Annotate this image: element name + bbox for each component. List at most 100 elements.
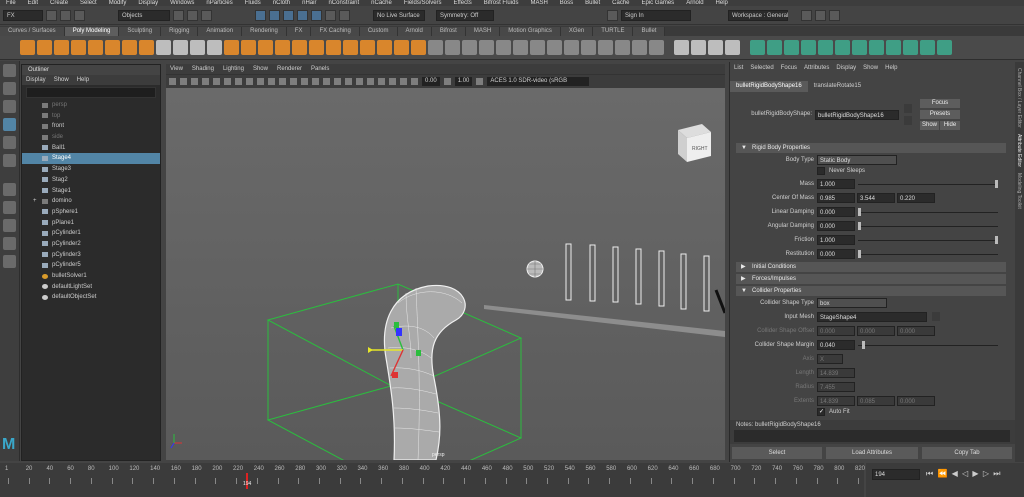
outliner-item-stag2[interactable]: Stag2 — [22, 175, 160, 186]
shelf-tool-44-icon[interactable] — [767, 40, 782, 55]
focus-button[interactable]: Focus — [920, 99, 960, 108]
rotate-tool-icon[interactable] — [3, 136, 16, 149]
time-slider[interactable]: 194 1 20 40 60 80 100 120 140 160 180 200 220 240 260… — [0, 463, 865, 497]
live-surface-field[interactable]: No Live Surface — [373, 9, 425, 21]
grid-icon[interactable] — [202, 78, 209, 85]
select-filter-icon[interactable] — [255, 9, 266, 21]
copy-tab-button[interactable]: Copy Tab — [922, 447, 1012, 459]
component-mode-icon[interactable] — [201, 9, 212, 21]
com-y-field[interactable]: 3.544 — [857, 193, 895, 203]
outliner-item-front[interactable]: front — [22, 121, 160, 132]
outliner-item-pcylinder5[interactable]: pCylinder5 — [22, 260, 160, 271]
shelf-tab-poly-modeling[interactable]: Poly Modeling — [64, 27, 120, 36]
depth-of-field-icon[interactable] — [400, 78, 407, 85]
shelf-tool-52-icon[interactable] — [903, 40, 918, 55]
single-view-icon[interactable] — [3, 183, 16, 196]
vp-menu-view[interactable]: View — [170, 64, 183, 74]
shelf-tab-xgen[interactable]: XGen — [560, 27, 594, 36]
mass-slider[interactable] — [858, 179, 998, 189]
select-tool-icon[interactable] — [3, 64, 16, 77]
shelf-tool-16-icon[interactable] — [275, 40, 290, 55]
shelf-tool-30-icon[interactable] — [513, 40, 528, 55]
outliner-item-top[interactable]: top — [22, 111, 160, 122]
outliner-item-pcylinder3[interactable]: pCylinder3 — [22, 250, 160, 261]
body-type-dropdown[interactable]: Static Body — [817, 155, 897, 165]
section-initial-conditions[interactable]: ▶ Initial Conditions — [736, 262, 1006, 272]
shelf-tool-23-icon[interactable] — [394, 40, 409, 55]
shelf-tab-turtle[interactable]: TURTLE — [593, 27, 634, 36]
open-scene-icon[interactable] — [60, 9, 71, 21]
outliner-item-domino[interactable]: + domino — [22, 196, 160, 207]
select-mode-dropdown[interactable]: Objects — [118, 9, 170, 21]
shelf-tool-15-icon[interactable] — [258, 40, 273, 55]
shelf-tool-45-icon[interactable] — [784, 40, 799, 55]
shelf-tool-41-icon[interactable] — [708, 40, 723, 55]
shelf-tool-12-icon[interactable] — [207, 40, 222, 55]
presets-button[interactable]: Presets — [920, 110, 960, 119]
textured-icon[interactable] — [301, 78, 308, 85]
outliner-item-pcylinder1[interactable]: pCylinder1 — [22, 228, 160, 239]
shelf-tool-53-icon[interactable] — [920, 40, 935, 55]
collider-margin-slider[interactable] — [858, 340, 998, 350]
camera-attr-icon[interactable] — [169, 78, 176, 85]
section-collider-properties[interactable]: ▼ Collider Properties — [736, 286, 1006, 296]
play-forward-icon[interactable]: ▶ — [972, 469, 979, 478]
smooth-shade-icon[interactable] — [279, 78, 286, 85]
restitution-field[interactable]: 0.000 — [817, 249, 855, 259]
anti-aliasing-icon[interactable] — [389, 78, 396, 85]
outliner-item-defaultlightset[interactable]: defaultLightSet — [22, 282, 160, 293]
xray-joints-icon[interactable] — [356, 78, 363, 85]
bookmark-icon[interactable] — [180, 78, 187, 85]
shelf-tool-26-icon[interactable] — [445, 40, 460, 55]
shelf-tool-50-icon[interactable] — [869, 40, 884, 55]
shelf-tool-33-icon[interactable] — [564, 40, 579, 55]
shelf-tool-34-icon[interactable] — [581, 40, 596, 55]
layout-icon[interactable] — [829, 9, 840, 21]
node-name-field[interactable]: bulletRigidBodyShape16 — [815, 110, 899, 120]
ae-menu-attributes[interactable]: Attributes — [804, 62, 829, 75]
friction-slider[interactable] — [858, 235, 998, 245]
outliner-item-stage1[interactable]: Stage1 — [22, 186, 160, 197]
ae-menu-help[interactable]: Help — [885, 62, 897, 75]
outliner-item-persp[interactable]: persp — [22, 100, 160, 111]
shelf-tool-18-icon[interactable] — [309, 40, 324, 55]
outliner-menu-display[interactable]: Display — [26, 75, 46, 85]
image-plane-icon[interactable] — [191, 78, 198, 85]
shelf-tool-39-icon[interactable] — [674, 40, 689, 55]
shelf-tool-25-icon[interactable] — [428, 40, 443, 55]
current-frame-field[interactable]: 194 — [872, 469, 920, 480]
sign-in-icon[interactable] — [607, 9, 618, 21]
tab-translate-rotate[interactable]: translateRotate15 — [808, 81, 867, 92]
shelf-tool-17-icon[interactable] — [292, 40, 307, 55]
snap-curve-icon[interactable] — [283, 9, 294, 21]
input-mesh-link-icon[interactable] — [932, 312, 940, 321]
wireframe-on-shaded-icon[interactable] — [290, 78, 297, 85]
shelf-tool-54-icon[interactable] — [937, 40, 952, 55]
render-icon[interactable] — [339, 9, 350, 21]
object-mode-icon[interactable] — [187, 9, 198, 21]
shelf-tool-37-icon[interactable] — [632, 40, 647, 55]
shelf-tool-1-icon[interactable] — [20, 40, 35, 55]
shelf-tool-8-icon[interactable] — [139, 40, 154, 55]
ae-menu-show[interactable]: Show — [863, 62, 878, 75]
outliner-menu-show[interactable]: Show — [54, 75, 69, 85]
scale-tool-icon[interactable] — [3, 154, 16, 167]
com-z-field[interactable]: 0.220 — [897, 193, 935, 203]
viewport-panel[interactable]: View Shading Lighting Show Renderer Pane… — [166, 64, 725, 460]
sign-in-button[interactable]: Sign In — [621, 9, 691, 21]
shelf-tool-14-icon[interactable] — [241, 40, 256, 55]
snap-point-icon[interactable] — [297, 9, 308, 21]
shelf-tool-20-icon[interactable] — [343, 40, 358, 55]
shelf-tab-rendering[interactable]: Rendering — [242, 27, 287, 36]
angular-damping-field[interactable]: 0.000 — [817, 221, 855, 231]
lasso-tool-icon[interactable] — [3, 82, 16, 95]
shelf-tool-19-icon[interactable] — [326, 40, 341, 55]
ae-menu-display[interactable]: Display — [836, 62, 856, 75]
shelf-tool-10-icon[interactable] — [173, 40, 188, 55]
shelf-tool-42-icon[interactable] — [725, 40, 740, 55]
step-back-frame-icon[interactable]: ◀ — [952, 469, 959, 478]
shelf-tab-fx-caching[interactable]: FX Caching — [311, 27, 360, 36]
go-input-icon[interactable] — [904, 104, 912, 113]
shelf-tab-bifrost[interactable]: Bifrost — [431, 27, 466, 36]
shelf-tool-27-icon[interactable] — [462, 40, 477, 55]
